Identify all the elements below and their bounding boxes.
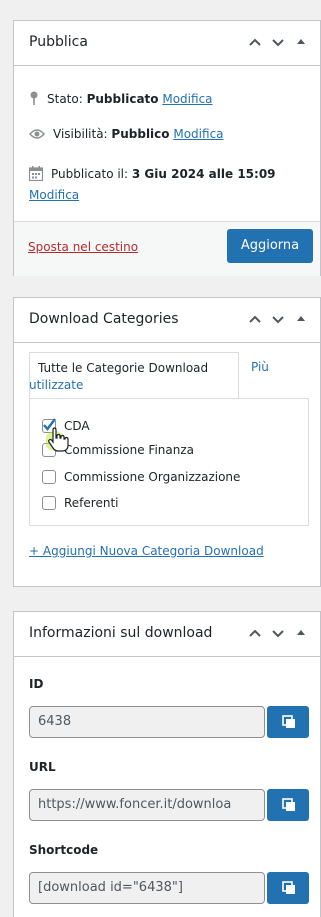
url-field[interactable]: https://www.foncer.it/downloa — [29, 789, 265, 821]
publish-box-title: Pubblica — [29, 34, 88, 50]
move-down-icon[interactable] — [269, 310, 287, 328]
update-button[interactable]: Aggiorna — [227, 229, 313, 263]
status-value: Pubblicato — [86, 92, 159, 106]
move-up-icon[interactable] — [246, 33, 264, 51]
toggle-panel-icon[interactable] — [295, 310, 307, 328]
copy-icon — [282, 798, 295, 811]
date-value: 3 Giu 2024 alle 15:09 — [131, 167, 276, 181]
date-prefix: Pubblicato il: — [51, 167, 129, 181]
category-tabs: Tutte le Categorie Download Più utilizza… — [29, 352, 309, 398]
tab-most-used-line2[interactable]: utilizzate — [29, 378, 83, 392]
category-label-finanza: Commissione Finanza — [64, 443, 194, 457]
publish-box-header: Pubblica — [14, 21, 320, 66]
eye-icon — [29, 128, 45, 143]
category-checklist: CDA Commissione Finanza Commissione Orga… — [29, 398, 309, 526]
copy-icon — [282, 881, 295, 894]
copy-url-button[interactable] — [267, 789, 309, 821]
visibility-prefix: Visibilità: — [53, 127, 108, 141]
categories-box-title: Download Categories — [29, 311, 179, 327]
publish-box: Pubblica Stato: Pubblicato Modifica Visi… — [13, 20, 321, 276]
copy-id-button[interactable] — [267, 706, 309, 738]
visibility-value: Pubblico — [111, 127, 170, 141]
checkbox-referenti[interactable] — [42, 496, 56, 510]
move-down-icon[interactable] — [269, 33, 287, 51]
status-prefix: Stato: — [47, 92, 83, 106]
toggle-panel-icon[interactable] — [295, 33, 307, 51]
trash-link[interactable]: Sposta nel cestino — [28, 240, 138, 254]
info-box: Informazioni sul download ID 6438 URL ht… — [13, 611, 321, 917]
shortcode-field[interactable]: [download id="6438"] — [29, 872, 265, 904]
url-label: URL — [29, 760, 56, 774]
date-edit-row: Modifica — [29, 188, 79, 202]
categories-box: Download Categories Tutte le Categorie D… — [13, 297, 321, 587]
category-label-organizzazione: Commissione Organizzazione — [64, 470, 241, 484]
copy-icon — [282, 715, 295, 728]
move-down-icon[interactable] — [269, 624, 287, 642]
id-field[interactable]: 6438 — [29, 706, 265, 738]
move-up-icon[interactable] — [246, 624, 264, 642]
checkbox-commissione-organizzazione[interactable] — [42, 470, 56, 484]
tab-all-label: Tutte le Categorie Download — [38, 361, 209, 375]
info-box-title: Informazioni sul download — [29, 625, 213, 641]
shortcode-label: Shortcode — [29, 843, 99, 857]
publish-actions: Sposta nel cestino Aggiorna — [14, 221, 320, 276]
status-row: Stato: Pubblicato Modifica — [29, 91, 213, 109]
status-edit-link[interactable]: Modifica — [162, 92, 212, 106]
tab-most-used-line1[interactable]: Più — [251, 360, 269, 374]
copy-shortcode-button[interactable] — [267, 872, 309, 904]
id-label: ID — [29, 677, 44, 691]
visibility-row: Visibilità: Pubblico Modifica — [29, 127, 224, 143]
category-label-referenti: Referenti — [64, 496, 119, 510]
categories-box-header: Download Categories — [14, 298, 320, 343]
visibility-edit-link[interactable]: Modifica — [173, 127, 223, 141]
date-edit-link[interactable]: Modifica — [29, 188, 79, 202]
toggle-panel-icon[interactable] — [295, 624, 307, 642]
info-box-header: Informazioni sul download — [14, 612, 320, 657]
calendar-icon — [28, 166, 44, 184]
hand-cursor-icon — [45, 427, 72, 459]
add-category-link[interactable]: + Aggiungi Nuova Categoria Download — [29, 544, 264, 558]
pin-icon — [29, 91, 39, 109]
date-row: Pubblicato il: 3 Giu 2024 alle 15:09 — [28, 166, 276, 184]
move-up-icon[interactable] — [246, 310, 264, 328]
